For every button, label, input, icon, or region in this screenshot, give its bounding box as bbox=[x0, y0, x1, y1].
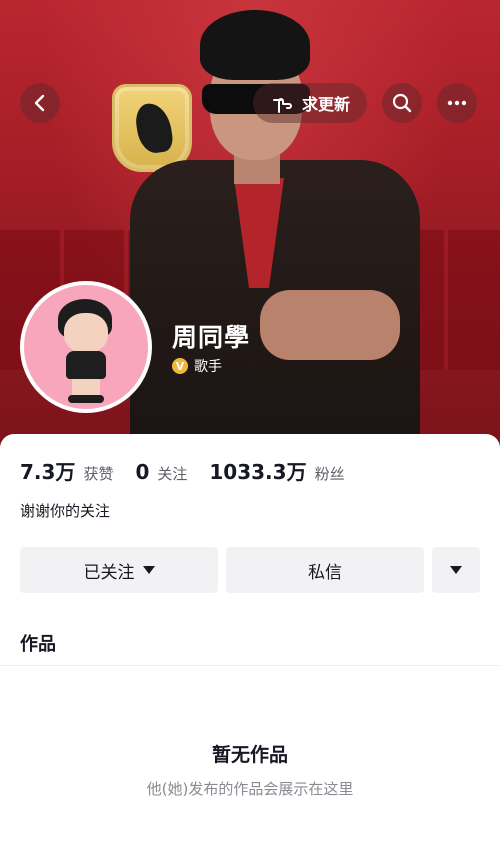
stat-likes[interactable]: 7.3万 获赞 bbox=[20, 456, 113, 485]
stat-likes-value: 7.3万 bbox=[20, 460, 76, 484]
caret-down-icon bbox=[142, 566, 155, 574]
more-button[interactable] bbox=[437, 83, 477, 123]
stat-followers-label: 粉丝 bbox=[314, 465, 345, 483]
profile-actions: 已关注 私信 bbox=[20, 547, 480, 593]
message-label: 私信 bbox=[308, 562, 342, 583]
message-button[interactable]: 私信 bbox=[226, 547, 424, 593]
empty-state-title: 暂无作品 bbox=[211, 744, 288, 766]
request-update-button[interactable]: 求更新 bbox=[253, 83, 367, 123]
search-icon bbox=[392, 93, 412, 113]
stat-following-label: 关注 bbox=[157, 465, 188, 483]
chevron-left-icon bbox=[34, 94, 45, 112]
caret-down-icon bbox=[450, 566, 462, 574]
divider bbox=[0, 665, 500, 666]
stat-following-value: 0 bbox=[135, 460, 150, 484]
back-button[interactable] bbox=[20, 83, 60, 123]
profile-sheet: 7.3万 获赞 0 关注 1033.3万 粉丝 谢谢你的关注 已关注 私信 作品… bbox=[0, 434, 500, 845]
stat-likes-label: 获赞 bbox=[83, 465, 114, 483]
verified-icon: V bbox=[172, 358, 188, 374]
search-button[interactable] bbox=[382, 83, 422, 123]
tab-works[interactable]: 作品 bbox=[20, 630, 56, 656]
following-label: 已关注 bbox=[83, 562, 135, 583]
stat-followers[interactable]: 1033.3万 粉丝 bbox=[209, 456, 344, 485]
stat-following[interactable]: 0 关注 bbox=[135, 460, 187, 484]
profile-name: 周同學 bbox=[172, 323, 251, 352]
verified-title-label: 歌手 bbox=[194, 359, 222, 375]
request-update-label: 求更新 bbox=[301, 95, 350, 114]
more-icon bbox=[447, 100, 467, 106]
stat-followers-value: 1033.3万 bbox=[209, 460, 307, 484]
profile-stats: 7.3万 获赞 0 关注 1033.3万 粉丝 bbox=[20, 456, 367, 485]
cover-photo-person bbox=[130, 10, 420, 450]
verified-title: V 歌手 bbox=[172, 356, 222, 376]
pointing-hand-icon bbox=[272, 98, 292, 113]
recommend-toggle-button[interactable] bbox=[432, 547, 480, 593]
avatar[interactable] bbox=[20, 281, 152, 413]
profile-bio: 谢谢你的关注 bbox=[20, 502, 111, 520]
empty-state-subtitle: 他(她)发布的作品会展示在这里 bbox=[146, 780, 354, 798]
following-button[interactable]: 已关注 bbox=[20, 547, 218, 593]
